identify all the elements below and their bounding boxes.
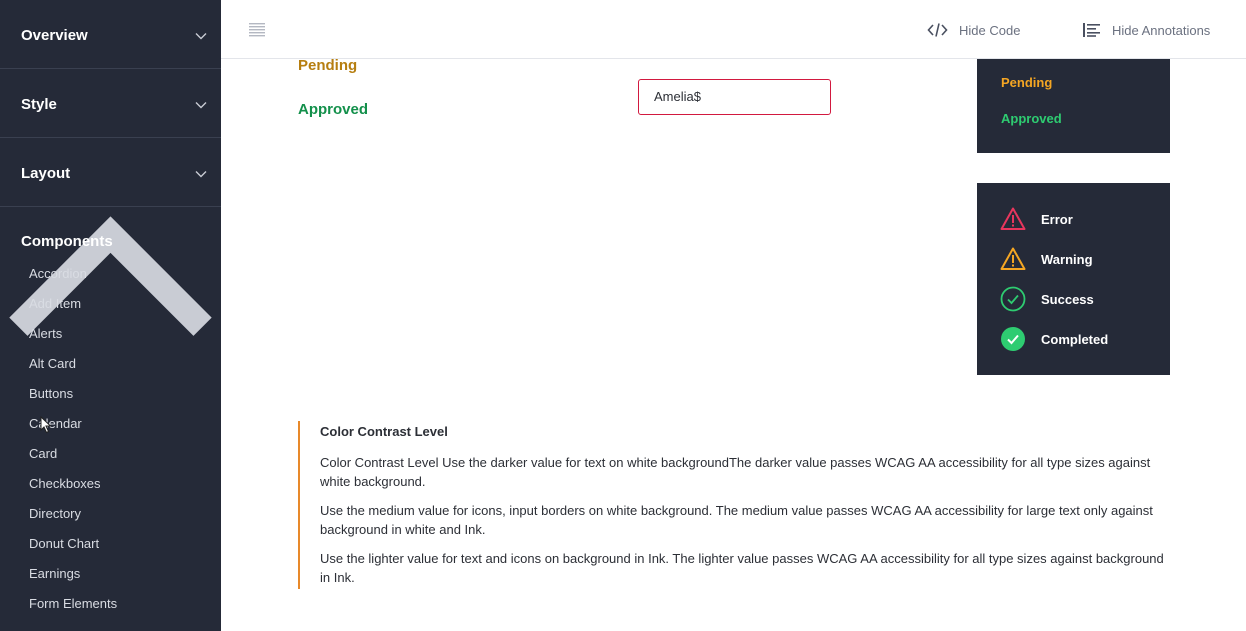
status-approved-text: Approved	[298, 101, 369, 118]
sidebar-item-alt-card[interactable]: Alt Card	[0, 349, 221, 379]
sidebar-item-earnings[interactable]: Earnings	[0, 559, 221, 589]
annotations-list-icon	[1083, 23, 1100, 37]
sidebar-item-add-item[interactable]: Add Item	[0, 289, 221, 319]
top-bar: Hide Code Hide Annotations	[221, 0, 1246, 59]
sidebar-section-label: Style	[21, 96, 57, 113]
annotation-paragraph: Color Contrast Level Use the darker valu…	[320, 455, 1151, 489]
status-pending-text: Pending	[298, 57, 358, 74]
components-nav-list: Accordion Add Item Alerts Alt Card Butto…	[0, 259, 221, 619]
success-check-circle-icon	[1000, 286, 1026, 312]
status-row-warning: Warning	[1000, 246, 1093, 272]
status-label: Completed	[1041, 331, 1109, 347]
dark-status-approved-text: Approved	[1001, 111, 1062, 126]
sidebar-item-donut-chart[interactable]: Donut Chart	[0, 529, 221, 559]
status-icons-panel: Error Warning Success Completed	[977, 183, 1170, 375]
sidebar: Overview Style Layout Components Accordi…	[0, 0, 221, 631]
error-input-field[interactable]: Amelia$	[638, 79, 831, 115]
sidebar-section-overview[interactable]: Overview	[0, 0, 221, 69]
sidebar-item-card[interactable]: Card	[0, 439, 221, 469]
app-root: Overview Style Layout Components Accordi…	[0, 0, 1246, 631]
sidebar-item-calendar[interactable]: Calendar	[0, 409, 221, 439]
chevron-down-icon	[195, 102, 207, 109]
completed-check-circle-icon	[1001, 327, 1025, 351]
status-row-success: Success	[1000, 286, 1094, 312]
status-label: Success	[1041, 291, 1094, 307]
sidebar-item-buttons[interactable]: Buttons	[0, 379, 221, 409]
sidebar-item-form-elements[interactable]: Form Elements	[0, 589, 221, 619]
chevron-down-icon	[195, 171, 207, 178]
status-label: Warning	[1041, 251, 1093, 267]
hide-annotations-button[interactable]: Hide Annotations	[1083, 20, 1210, 40]
status-row-error: Error	[1000, 206, 1073, 232]
annotation-paragraph: Use the medium value for icons, input bo…	[320, 503, 1153, 537]
chevron-down-icon	[195, 33, 207, 40]
error-triangle-icon	[1000, 207, 1026, 230]
sidebar-item-accordion[interactable]: Accordion	[0, 259, 221, 289]
annotation-title: Color Contrast Level	[320, 424, 448, 439]
annotation-block: Color Contrast Level Color Contrast Leve…	[298, 421, 1170, 589]
hamburger-menu-icon[interactable]	[249, 23, 265, 37]
sidebar-item-alerts[interactable]: Alerts	[0, 319, 221, 349]
hide-annotations-label: Hide Annotations	[1112, 22, 1211, 38]
status-label: Error	[1041, 211, 1073, 227]
hide-code-label: Hide Code	[959, 22, 1021, 38]
sidebar-section-label: Components	[21, 233, 113, 250]
status-row-completed: Completed	[1000, 326, 1108, 352]
dark-status-pending-text: Pending	[1001, 75, 1053, 90]
hide-code-button[interactable]: Hide Code	[927, 20, 1020, 40]
sidebar-section-layout[interactable]: Layout	[0, 138, 221, 207]
warning-triangle-icon	[1000, 247, 1026, 270]
sidebar-section-label: Layout	[21, 165, 71, 182]
annotation-paragraph: Use the lighter value for text and icons…	[320, 551, 1164, 585]
sidebar-section-style[interactable]: Style	[0, 69, 221, 138]
mouse-cursor-icon	[40, 416, 52, 434]
code-icon	[927, 23, 948, 37]
sidebar-section-label: Overview	[21, 27, 88, 44]
sidebar-item-checkboxes[interactable]: Checkboxes	[0, 469, 221, 499]
sidebar-item-directory[interactable]: Directory	[0, 499, 221, 529]
dark-status-panel: Pending Approved	[977, 59, 1170, 153]
